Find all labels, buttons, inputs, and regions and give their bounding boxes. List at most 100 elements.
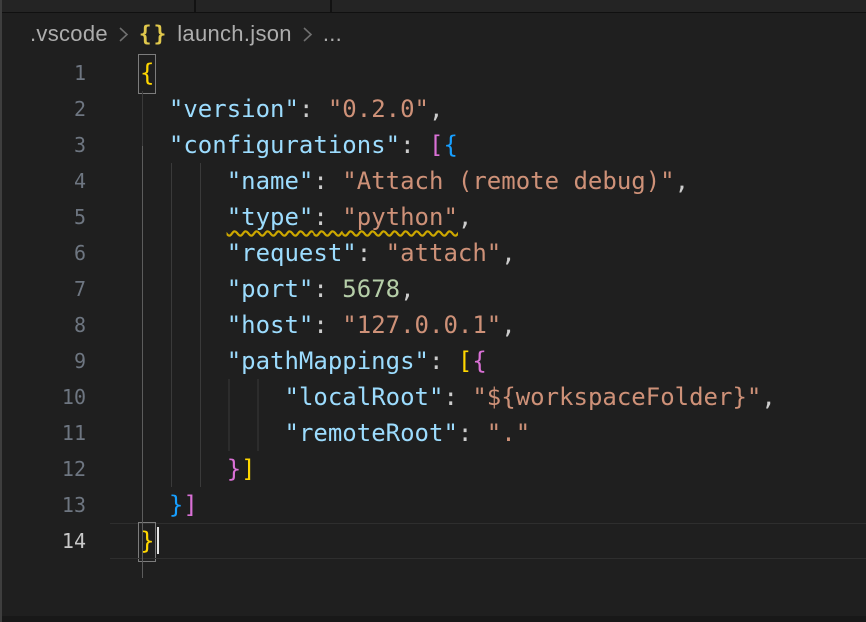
code-token: { (472, 347, 486, 375)
code-token: "type" (227, 203, 314, 231)
code-line-content: }] (140, 487, 866, 523)
code-line[interactable]: 13}] (0, 487, 866, 523)
editor-tab[interactable] (196, 0, 330, 12)
breadcrumb-item[interactable]: ... (323, 21, 342, 47)
line-number[interactable]: 7 (0, 271, 86, 307)
code-token: , (458, 203, 472, 231)
code-line-content: "pathMappings": [{ (140, 343, 866, 379)
code-token: : (313, 167, 342, 195)
code-token: "Attach (remote debug)" (342, 167, 674, 195)
line-number[interactable]: 10 (0, 379, 86, 415)
indent-guides (140, 91, 169, 127)
code-token: "localRoot" (285, 383, 444, 411)
code-token: "configurations" (169, 131, 400, 159)
code-token: : (313, 275, 342, 303)
code-line[interactable]: 7"port": 5678, (0, 271, 866, 307)
chevron-right-icon (302, 26, 313, 43)
indent-guides (140, 127, 169, 163)
code-token: : (429, 347, 458, 375)
line-number[interactable]: 6 (0, 235, 86, 271)
line-number[interactable]: 14 (0, 523, 86, 559)
breadcrumb: .vscode {} launch.json... (0, 13, 866, 55)
indent-guides (140, 199, 227, 235)
code-line-content: "request": "attach", (140, 235, 866, 271)
breadcrumb-item[interactable]: launch.json (177, 21, 292, 47)
json-braces-icon: {} (139, 22, 168, 46)
code-token: : (313, 311, 342, 339)
indent-guides (140, 163, 227, 199)
code-line-content: }] (140, 451, 866, 487)
code-line[interactable]: 11 "remoteRoot": "." (0, 415, 866, 451)
editor-tab-strip (0, 0, 866, 13)
window-left-edge (0, 0, 2, 622)
code-token: } (227, 455, 241, 483)
code-token: , (400, 275, 414, 303)
line-number[interactable]: 3 (0, 127, 86, 163)
line-number[interactable]: 13 (0, 487, 86, 523)
line-number[interactable]: 9 (0, 343, 86, 379)
code-token: : (313, 203, 342, 231)
chevron-right-icon (118, 26, 129, 43)
line-number[interactable]: 5 (0, 199, 86, 235)
code-token: : (443, 383, 472, 411)
code-token: [ (458, 347, 472, 375)
code-token: "0.2.0" (328, 95, 429, 123)
line-number[interactable]: 12 (0, 451, 86, 487)
code-line-content: } (140, 523, 866, 559)
code-line[interactable]: 5 "type": "python", (0, 199, 866, 235)
code-line[interactable]: 1{ (0, 55, 866, 91)
indent-guides (140, 415, 285, 451)
code-token: , (761, 383, 775, 411)
code-line[interactable]: 4"name": "Attach (remote debug)", (0, 163, 866, 199)
code-line-content: "remoteRoot": "." (140, 415, 866, 451)
code-token: , (429, 95, 443, 123)
indent-guides (140, 271, 227, 307)
indent-guides (140, 487, 169, 523)
code-line-content: "configurations": [{ (140, 127, 866, 163)
active-indent-guide (142, 146, 143, 578)
line-number[interactable]: 11 (0, 415, 86, 451)
warning-squiggle: "type": "python" (227, 203, 458, 231)
indent-guides (140, 343, 227, 379)
matched-bracket: { (140, 55, 154, 91)
code-line[interactable]: 6 "request": "attach", (0, 235, 866, 271)
window-bottom-edge (0, 616, 866, 622)
line-number[interactable]: 8 (0, 307, 86, 343)
code-token: "attach" (386, 239, 502, 267)
code-line[interactable]: 8 "host": "127.0.0.1", (0, 307, 866, 343)
code-token: "request" (227, 239, 357, 267)
editor-tab[interactable] (0, 0, 194, 12)
code-token: } (169, 491, 183, 519)
code-token: , (501, 311, 515, 339)
code-editor[interactable]: 1{2"version": "0.2.0",3"configurations":… (0, 55, 866, 559)
code-token: : (400, 131, 429, 159)
code-line[interactable]: 2"version": "0.2.0", (0, 91, 866, 127)
code-line-content: { (140, 55, 866, 91)
code-line[interactable]: 10"localRoot": "${workspaceFolder}", (0, 379, 866, 415)
line-number[interactable]: 4 (0, 163, 86, 199)
code-token: ] (241, 455, 255, 483)
code-line[interactable]: 3 "configurations": [{ (0, 127, 866, 163)
breadcrumb-item[interactable]: .vscode (30, 21, 108, 47)
indent-guides (140, 451, 227, 487)
code-line[interactable]: 12}] (0, 451, 866, 487)
vscode-editor-window: .vscode{}launch.json... 1{2"version": "0… (0, 0, 866, 622)
code-token: : (458, 419, 487, 447)
code-line[interactable]: 9 "pathMappings": [{ (0, 343, 866, 379)
line-number[interactable]: 1 (0, 55, 86, 91)
text-cursor (157, 527, 159, 554)
code-token: "port" (227, 275, 314, 303)
code-line-content: "host": "127.0.0.1", (140, 307, 866, 343)
code-token: "host" (227, 311, 314, 339)
code-line[interactable]: 14} (0, 523, 866, 559)
code-token: [ (429, 131, 443, 159)
line-number[interactable]: 2 (0, 91, 86, 127)
code-token: , (675, 167, 689, 195)
code-token: "." (487, 419, 530, 447)
code-token: : (357, 239, 386, 267)
code-line-content: "type": "python", (140, 199, 866, 235)
indent-guides (140, 307, 227, 343)
editor-tab[interactable] (332, 0, 866, 12)
code-token: "127.0.0.1" (342, 311, 501, 339)
indent-guides (140, 379, 285, 415)
